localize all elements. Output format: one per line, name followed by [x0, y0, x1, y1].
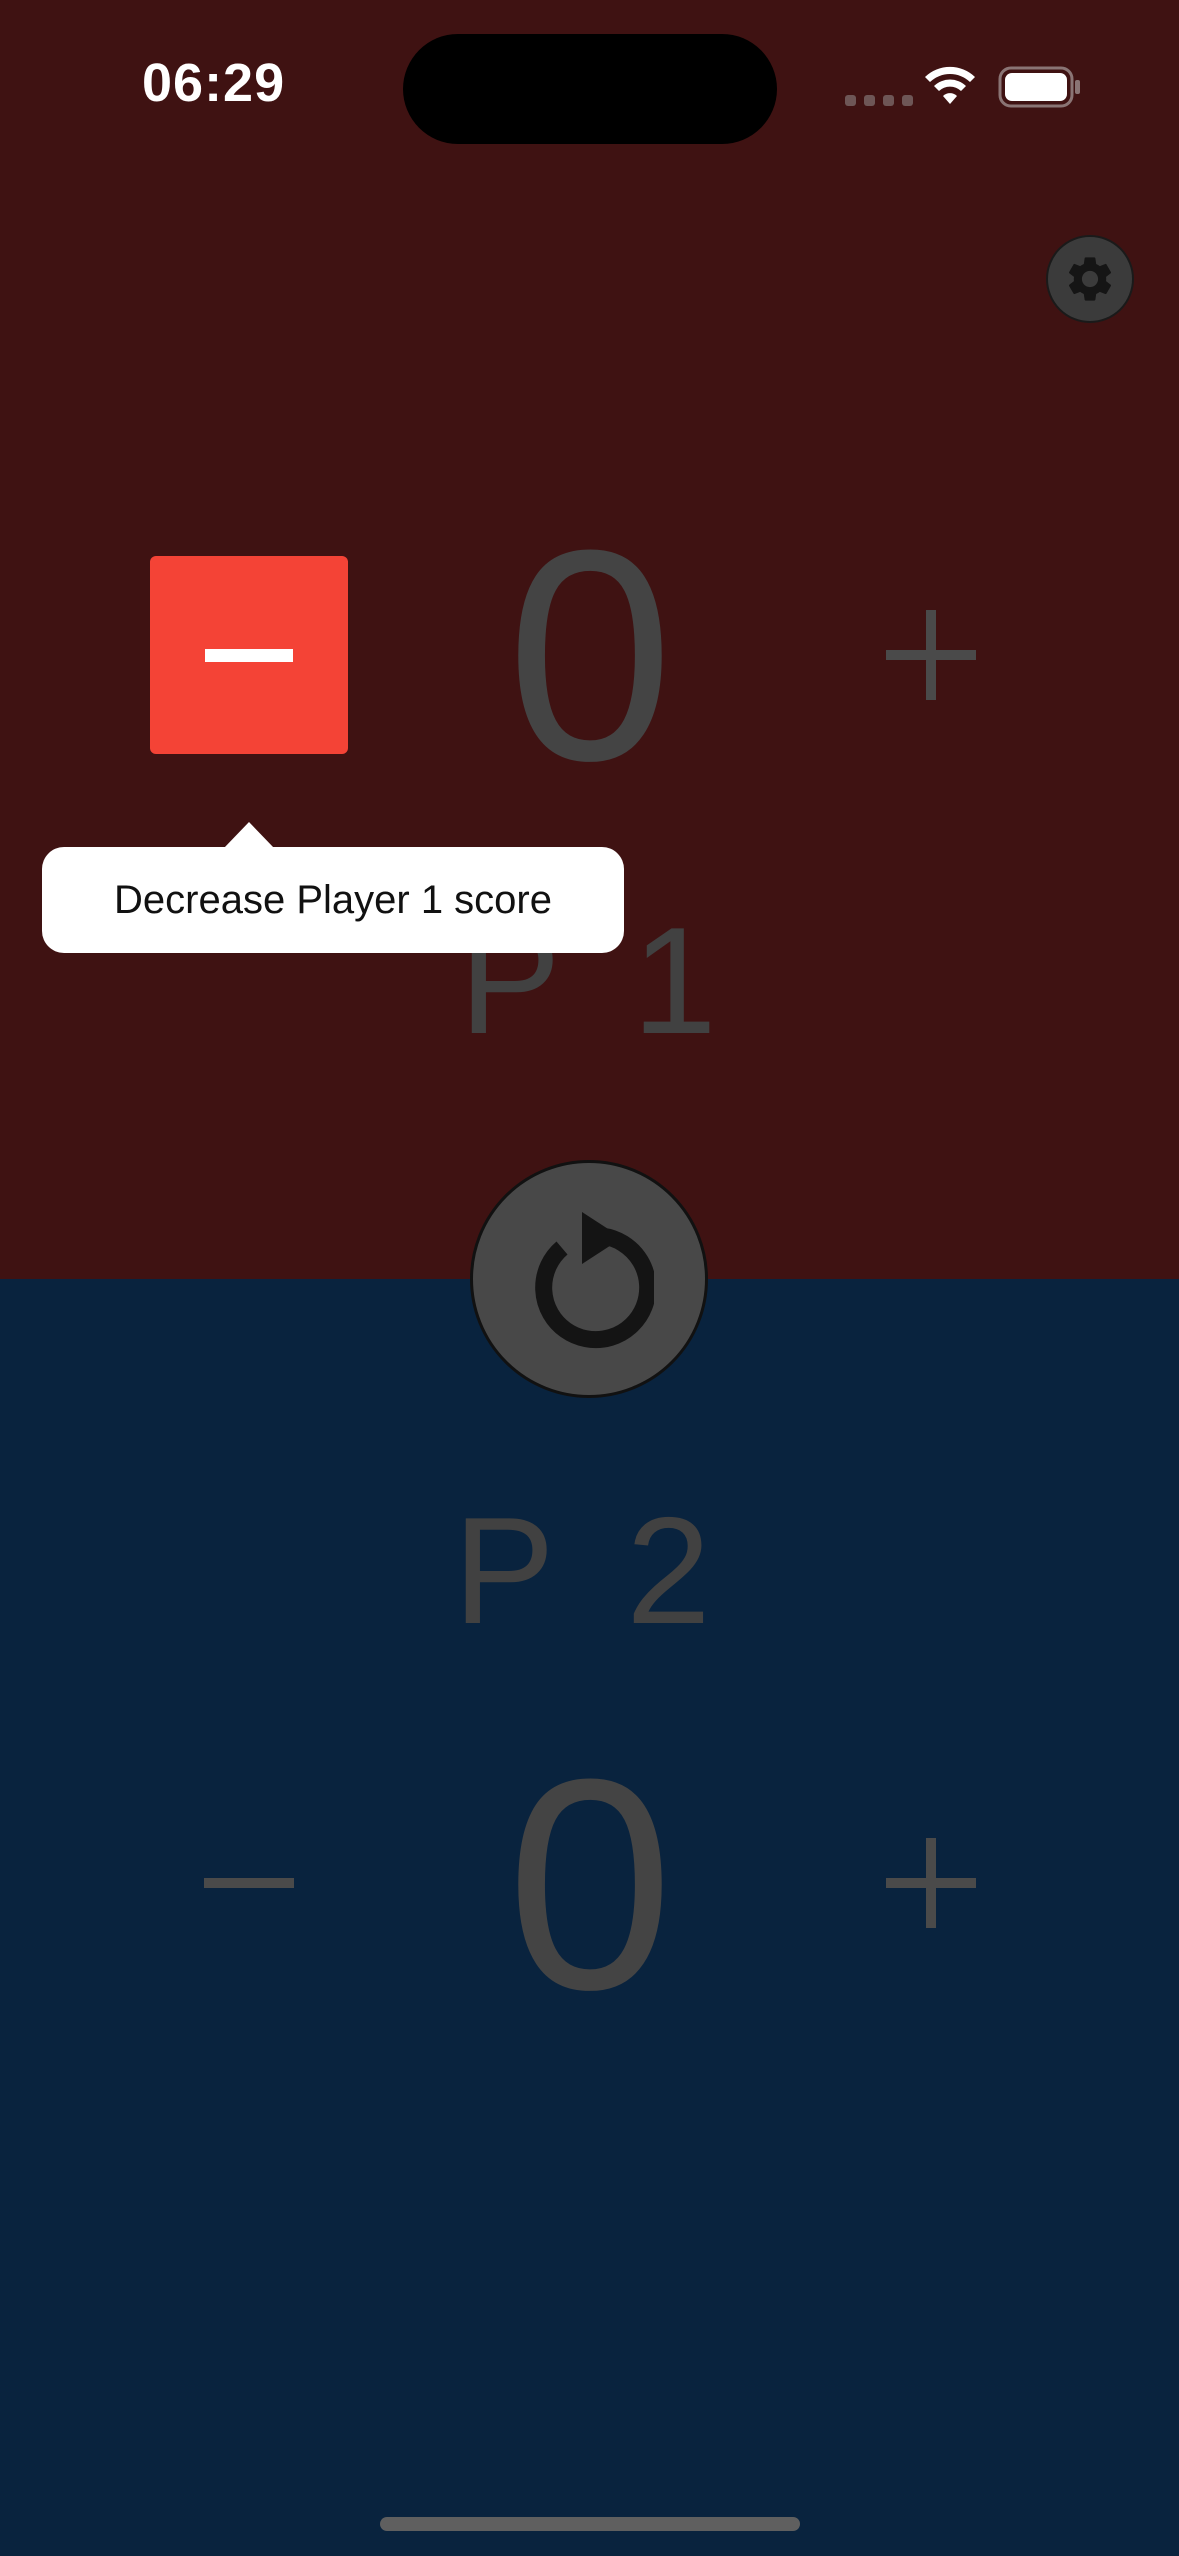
reset-icon	[535, 1212, 654, 1349]
minus-icon	[204, 1878, 294, 1888]
tooltip-arrow	[224, 822, 274, 848]
player1-increase-button[interactable]	[832, 556, 1030, 754]
gear-icon	[1068, 257, 1112, 301]
player1-panel[interactable]: 06:29 0 P 1	[0, 0, 1179, 1279]
dynamic-island	[403, 34, 777, 144]
tooltip: Decrease Player 1 score	[42, 847, 624, 953]
player1-decrease-button[interactable]	[150, 556, 348, 754]
minus-icon	[205, 648, 293, 662]
status-time: 06:29	[142, 53, 286, 113]
player2-increase-button[interactable]	[832, 1784, 1030, 1982]
battery-icon	[998, 66, 1080, 108]
settings-button[interactable]	[1046, 235, 1134, 323]
cellular-signal-icon	[845, 95, 913, 106]
player2-panel[interactable]: P 2 0	[0, 1279, 1179, 2556]
player2-label[interactable]: P 2	[390, 1495, 790, 1647]
wifi-icon	[925, 66, 975, 104]
player2-decrease-button[interactable]	[150, 1784, 348, 1982]
reset-button[interactable]	[470, 1160, 708, 1398]
player1-score: 0	[506, 487, 674, 823]
plus-icon	[886, 1838, 976, 1928]
plus-icon	[886, 610, 976, 700]
player2-score: 0	[506, 1716, 674, 2052]
home-indicator[interactable]	[380, 2517, 800, 2531]
score-counter-app: 06:29 0 P 1 P 2 0 Decrease Player 1 scor…	[0, 0, 1179, 2556]
